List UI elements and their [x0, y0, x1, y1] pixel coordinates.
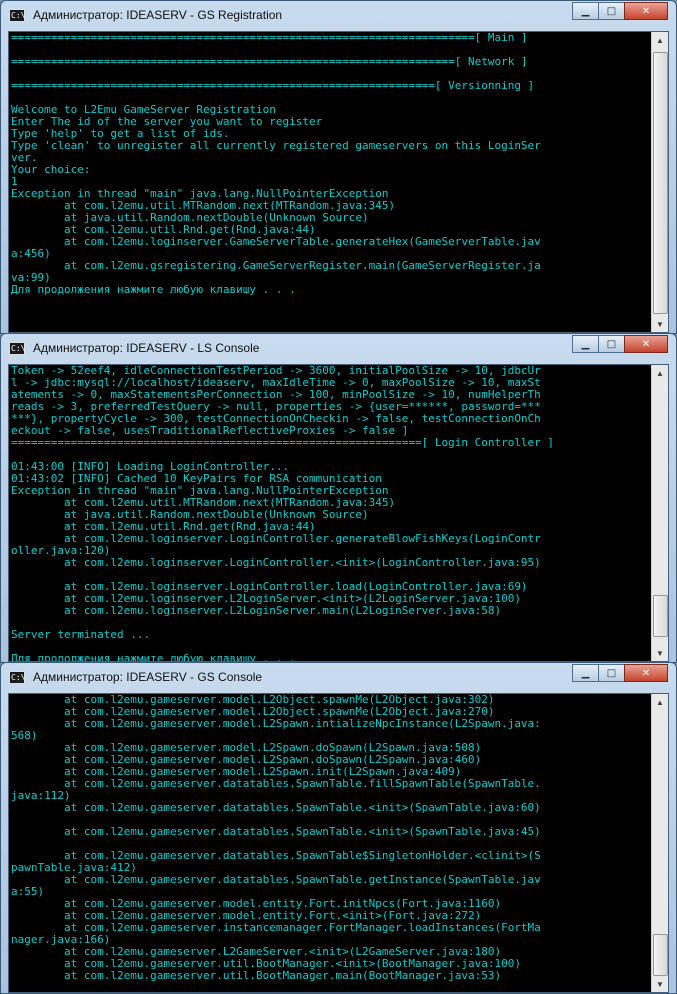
vertical-scrollbar[interactable]: ▲ ▼: [651, 32, 668, 332]
minimize-icon: ▁: [581, 338, 590, 350]
title-bar[interactable]: C:\ Администратор: IDEASERV - LS Console…: [1, 334, 676, 363]
console-line: Type 'clean' to unregister all currently…: [11, 139, 541, 152]
minimize-icon: ▁: [581, 667, 590, 679]
maximize-button[interactable]: □: [598, 664, 625, 682]
title-bar[interactable]: C:\ Администратор: IDEASERV - GS Registr…: [1, 1, 676, 30]
maximize-icon: □: [606, 5, 617, 17]
arrow-down-icon: ▼: [656, 648, 664, 658]
maximize-button[interactable]: □: [598, 335, 625, 353]
console-line: at com.l2emu.gsregistering.GameServerReg…: [11, 259, 541, 272]
console-output: at com.l2emu.gameserver.model.L2Object.s…: [11, 694, 650, 992]
scroll-up-button[interactable]: ▲: [652, 694, 668, 710]
console-line: ========================================…: [11, 436, 555, 449]
title-bar[interactable]: C:\ Администратор: IDEASERV - GS Console…: [1, 663, 676, 692]
minimize-button[interactable]: ▁: [572, 335, 599, 353]
maximize-button[interactable]: □: [598, 2, 625, 20]
window-title: Администратор: IDEASERV - GS Registratio…: [33, 8, 283, 22]
maximize-icon: □: [606, 338, 617, 350]
console-line: ========================================…: [11, 32, 528, 44]
gs-console-window[interactable]: C:\ Администратор: IDEASERV - GS Console…: [0, 662, 677, 994]
console-line: at com.l2emu.loginserver.GameServerTable…: [11, 235, 541, 248]
scroll-down-button[interactable]: ▼: [652, 316, 668, 332]
vertical-scrollbar[interactable]: ▲ ▼: [651, 365, 668, 661]
console-line: ========================================…: [11, 55, 528, 68]
console-area[interactable]: Token -> 52eef4, idleConnectionTestPerio…: [8, 364, 669, 662]
window-title: Администратор: IDEASERV - LS Console: [33, 341, 260, 355]
close-icon: ✕: [641, 338, 651, 350]
console-area[interactable]: ========================================…: [8, 31, 669, 333]
scroll-down-button[interactable]: ▼: [652, 976, 668, 992]
console-line: at com.l2emu.loginserver.L2LoginServer.m…: [11, 604, 502, 617]
scroll-up-button[interactable]: ▲: [652, 365, 668, 381]
close-button[interactable]: ✕: [624, 2, 668, 20]
minimize-button[interactable]: ▁: [572, 2, 599, 20]
scroll-thumb[interactable]: [653, 595, 668, 637]
gs-registration-window[interactable]: C:\ Администратор: IDEASERV - GS Registr…: [0, 0, 677, 334]
window-title: Администратор: IDEASERV - GS Console: [33, 670, 263, 684]
arrow-up-icon: ▲: [656, 697, 664, 707]
console-line: ========================================…: [11, 79, 535, 92]
scroll-thumb[interactable]: [653, 52, 668, 314]
close-button[interactable]: ✕: [624, 664, 668, 682]
vertical-scrollbar[interactable]: ▲ ▼: [651, 694, 668, 992]
console-line: Server terminated ...: [11, 628, 151, 641]
console-line: at com.l2emu.gameserver.model.L2Spawn.in…: [11, 717, 541, 730]
ls-console-window[interactable]: C:\ Администратор: IDEASERV - LS Console…: [0, 333, 677, 663]
close-icon: ✕: [641, 667, 651, 679]
scroll-thumb[interactable]: [653, 934, 668, 976]
console-icon: C:\: [9, 9, 26, 22]
console-line: ver.: [11, 151, 38, 164]
arrow-up-icon: ▲: [656, 35, 664, 45]
console-line: Для продолжения нажмите любую клавишу . …: [11, 652, 296, 662]
scroll-up-button[interactable]: ▲: [652, 32, 668, 48]
scroll-down-button[interactable]: ▼: [652, 645, 668, 661]
minimize-button[interactable]: ▁: [572, 664, 599, 682]
console-line: at com.l2emu.gameserver.datatables.Spawn…: [11, 777, 541, 790]
console-line: at com.l2emu.gameserver.datatables.Spawn…: [11, 873, 541, 886]
minimize-icon: ▁: [581, 5, 590, 17]
close-icon: ✕: [641, 5, 651, 17]
console-output: Token -> 52eef4, idleConnectionTestPerio…: [11, 365, 650, 661]
console-icon: C:\: [9, 342, 26, 355]
arrow-up-icon: ▲: [656, 368, 664, 378]
maximize-icon: □: [606, 667, 617, 679]
console-line: at com.l2emu.loginserver.LoginController…: [11, 556, 541, 569]
console-line: Для продолжения нажмите любую клавишу . …: [11, 283, 296, 296]
console-output: ========================================…: [11, 32, 650, 332]
close-button[interactable]: ✕: [624, 335, 668, 353]
console-line: at com.l2emu.gameserver.util.BootManager…: [11, 969, 502, 982]
console-line: at com.l2emu.gameserver.datatables.Spawn…: [11, 825, 541, 838]
console-line: at com.l2emu.gameserver.datatables.Spawn…: [11, 801, 541, 814]
arrow-down-icon: ▼: [656, 979, 664, 989]
console-icon: C:\: [9, 671, 26, 684]
console-area[interactable]: at com.l2emu.gameserver.model.L2Object.s…: [8, 693, 669, 993]
console-line: Your choice:: [11, 163, 91, 176]
arrow-down-icon: ▼: [656, 319, 664, 329]
